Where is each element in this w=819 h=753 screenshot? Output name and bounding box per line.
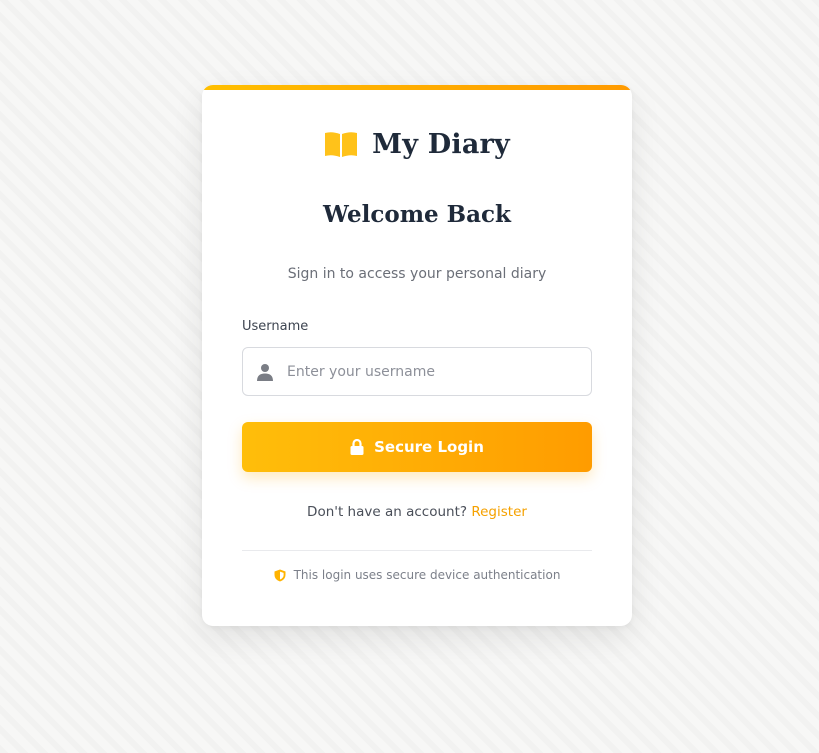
- shield-icon: [274, 569, 286, 581]
- username-field[interactable]: [242, 347, 592, 396]
- login-card: My Diary Welcome Back Sign in to access …: [202, 85, 632, 626]
- username-input[interactable]: [287, 348, 583, 395]
- username-label: Username: [242, 319, 309, 334]
- register-prompt: Don't have an account? Register: [202, 504, 632, 520]
- page-title: Welcome Back: [323, 201, 511, 228]
- security-note-text: This login uses secure device authentica…: [293, 568, 561, 582]
- register-prompt-text: Don't have an account?: [307, 504, 468, 520]
- brand-name: My Diary: [372, 129, 510, 160]
- brand-header: My Diary: [202, 129, 632, 160]
- security-note: This login uses secure device authentica…: [202, 568, 632, 582]
- register-link[interactable]: Register: [471, 504, 527, 520]
- divider: [242, 550, 592, 551]
- page-subtitle: Sign in to access your personal diary: [287, 266, 547, 282]
- lock-icon: [350, 439, 364, 455]
- secure-login-button[interactable]: Secure Login: [242, 422, 592, 472]
- card-accent-bar: [202, 85, 632, 90]
- secure-login-label: Secure Login: [374, 438, 484, 456]
- user-icon: [257, 364, 273, 381]
- book-open-icon: [325, 131, 358, 157]
